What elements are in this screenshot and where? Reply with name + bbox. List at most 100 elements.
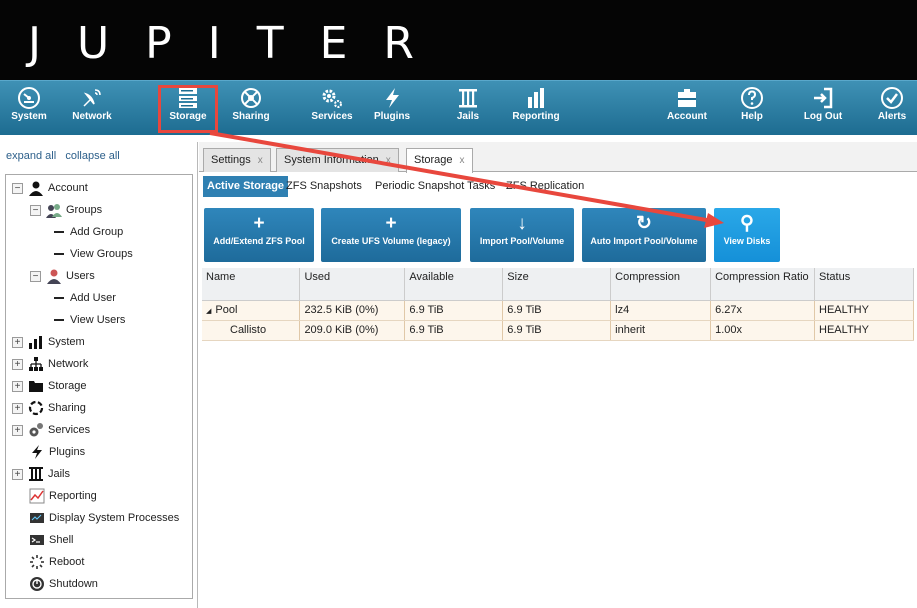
cell-size: 6.9 TiB bbox=[502, 320, 612, 341]
bar-chart-icon bbox=[28, 334, 44, 350]
cell-used: 232.5 KiB (0%) bbox=[299, 300, 406, 321]
close-icon[interactable]: x bbox=[386, 155, 391, 166]
cell-compression-ratio: 6.27x bbox=[710, 300, 816, 321]
column-header[interactable]: Compression Ratio bbox=[710, 268, 816, 301]
tree-reporting[interactable]: Reporting bbox=[29, 485, 97, 507]
expand-toggle[interactable]: + bbox=[12, 468, 23, 480]
cell-compression: lz4 bbox=[610, 300, 712, 321]
expand-toggle[interactable]: + bbox=[12, 358, 23, 370]
tab-system-information[interactable]: System Information x bbox=[276, 148, 399, 172]
tree-groups[interactable]: − Groups bbox=[30, 199, 102, 221]
nav-plugins[interactable]: Plugins bbox=[368, 81, 416, 136]
table-row[interactable]: Callisto 209.0 KiB (0%) 6.9 TiB 6.9 TiB … bbox=[202, 320, 914, 341]
create-ufs-volume-button[interactable]: + Create UFS Volume (legacy) bbox=[321, 208, 461, 262]
close-icon[interactable]: x bbox=[258, 155, 263, 166]
table-row[interactable]: ◢ Pool 232.5 KiB (0%) 6.9 TiB 6.9 TiB lz4… bbox=[202, 300, 914, 321]
server-rack-icon bbox=[160, 81, 216, 111]
app-logo: JUPITER bbox=[28, 18, 450, 69]
collapse-toggle[interactable]: − bbox=[12, 182, 23, 194]
nav-services[interactable]: Services bbox=[306, 81, 358, 136]
subtab-periodic-snapshot-tasks[interactable]: Periodic Snapshot Tasks bbox=[375, 176, 495, 197]
view-disks-button[interactable]: ⚲ View Disks bbox=[714, 208, 780, 262]
tree-add-user[interactable]: Add User bbox=[54, 287, 116, 309]
subtab-active-storage[interactable]: Active Storage bbox=[203, 176, 289, 197]
nav-jails[interactable]: Jails bbox=[448, 81, 488, 136]
cell-available: 6.9 TiB bbox=[404, 300, 504, 321]
cell-size: 6.9 TiB bbox=[502, 300, 612, 321]
tree-plugins[interactable]: Plugins bbox=[29, 441, 85, 463]
lightning-icon bbox=[368, 81, 416, 111]
tree-reboot[interactable]: Reboot bbox=[29, 551, 84, 573]
line-chart-icon bbox=[29, 488, 45, 504]
tree-storage[interactable]: + Storage bbox=[12, 375, 87, 397]
import-pool-button[interactable]: ↓ Import Pool/Volume bbox=[470, 208, 574, 262]
power-icon bbox=[29, 576, 45, 592]
nav-logout[interactable]: Log Out bbox=[800, 81, 846, 136]
expand-all-link[interactable]: expand all bbox=[6, 150, 56, 162]
nav-help[interactable]: Help bbox=[732, 81, 772, 136]
column-header[interactable]: Compression bbox=[610, 268, 712, 301]
column-header[interactable]: Name bbox=[202, 268, 301, 301]
plus-icon: + bbox=[385, 213, 397, 234]
tree-network[interactable]: + Network bbox=[12, 353, 88, 375]
check-circle-icon bbox=[872, 81, 912, 111]
column-header[interactable]: Status bbox=[814, 268, 914, 301]
bar-chart-icon bbox=[506, 81, 566, 111]
auto-import-pool-button[interactable]: ↻ Auto Import Pool/Volume bbox=[582, 208, 706, 262]
subtab-zfs-snapshots[interactable]: ZFS Snapshots bbox=[286, 176, 362, 197]
expand-triangle-icon[interactable]: ◢ bbox=[206, 308, 211, 315]
add-extend-zfs-pool-button[interactable]: + Add/Extend ZFS Pool bbox=[204, 208, 314, 262]
collapse-all-link[interactable]: collapse all bbox=[65, 150, 119, 162]
left-panel: expand all collapse all − Account − Grou… bbox=[0, 142, 198, 608]
cell-compression: inherit bbox=[610, 320, 712, 341]
cell-available: 6.9 TiB bbox=[404, 320, 504, 341]
nav-storage[interactable]: Storage bbox=[160, 81, 216, 136]
expand-toggle[interactable]: + bbox=[12, 336, 23, 348]
subtab-zfs-replication[interactable]: ZFS Replication bbox=[506, 176, 584, 197]
collapse-toggle[interactable]: − bbox=[30, 270, 41, 282]
tab-settings[interactable]: Settings x bbox=[203, 148, 271, 172]
group-icon bbox=[46, 202, 62, 218]
nav-system[interactable]: System bbox=[6, 81, 52, 136]
expand-collapse-links: expand all collapse all bbox=[6, 150, 120, 162]
column-header[interactable]: Used bbox=[299, 268, 406, 301]
cell-status: HEALTHY bbox=[814, 320, 914, 341]
expand-toggle[interactable]: + bbox=[12, 402, 23, 414]
expand-toggle[interactable]: + bbox=[12, 380, 23, 392]
network-tree-icon bbox=[28, 356, 44, 372]
close-icon[interactable]: x bbox=[460, 155, 465, 166]
tree-view-users[interactable]: View Users bbox=[54, 309, 125, 331]
tree-services[interactable]: + Services bbox=[12, 419, 90, 441]
tree-shell[interactable]: Shell bbox=[29, 529, 73, 551]
nav-reporting[interactable]: Reporting bbox=[506, 81, 566, 136]
expand-toggle[interactable]: + bbox=[12, 424, 23, 436]
tree-processes[interactable]: Display System Processes bbox=[29, 507, 179, 529]
tab-storage[interactable]: Storage x bbox=[406, 148, 473, 173]
collapse-toggle[interactable]: − bbox=[30, 204, 41, 216]
cell-status: HEALTHY bbox=[814, 300, 914, 321]
nav-sharing[interactable]: Sharing bbox=[226, 81, 276, 136]
nav-account[interactable]: Account bbox=[662, 81, 712, 136]
share-icon bbox=[226, 81, 276, 111]
monitor-icon bbox=[29, 510, 45, 526]
nav-network[interactable]: Network bbox=[64, 81, 120, 136]
nav-tree: − Account − Groups Add Group View Groups… bbox=[5, 174, 193, 599]
gears-icon bbox=[28, 422, 44, 438]
table-header-row: Name Used Available Size Compression Com… bbox=[202, 268, 914, 301]
terminal-icon bbox=[29, 532, 45, 548]
tree-sharing[interactable]: + Sharing bbox=[12, 397, 86, 419]
tree-system[interactable]: + System bbox=[12, 331, 85, 353]
tree-account[interactable]: − Account bbox=[12, 177, 88, 199]
gauge-icon bbox=[6, 81, 52, 111]
share-ring-icon bbox=[28, 400, 44, 416]
tree-add-group[interactable]: Add Group bbox=[54, 221, 123, 243]
column-header[interactable]: Available bbox=[404, 268, 504, 301]
tree-shutdown[interactable]: Shutdown bbox=[29, 573, 98, 595]
column-header[interactable]: Size bbox=[502, 268, 612, 301]
jail-bars-icon bbox=[28, 466, 44, 482]
nav-alerts[interactable]: Alerts bbox=[872, 81, 912, 136]
tree-jails[interactable]: + Jails bbox=[12, 463, 70, 485]
tree-users[interactable]: − Users bbox=[30, 265, 95, 287]
dataset-name: Callisto bbox=[202, 320, 301, 341]
tree-view-groups[interactable]: View Groups bbox=[54, 243, 133, 265]
